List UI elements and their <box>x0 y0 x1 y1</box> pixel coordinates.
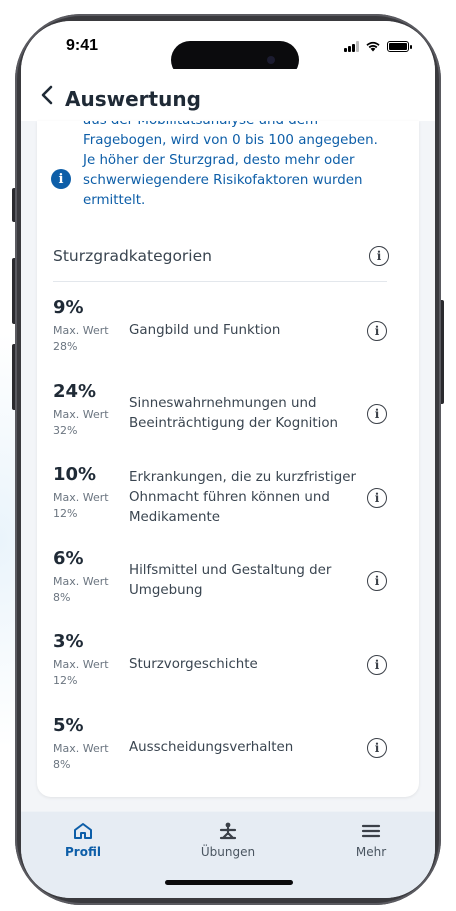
category-max: Max. Wert 8% <box>53 574 123 606</box>
max-label: Max. Wert <box>53 407 109 421</box>
category-row-sturzvorgeschichte: 3% Max. Wert 12% Sturzvorgeschichte i <box>53 623 389 707</box>
max-value: 32% <box>53 423 78 437</box>
chevron-left-icon <box>41 85 53 105</box>
info-outline-icon[interactable]: i <box>367 571 387 592</box>
info-filled-icon: i <box>51 169 71 189</box>
info-outline-icon[interactable]: i <box>367 654 387 675</box>
section-title: Sturzgradkategorien <box>53 247 212 265</box>
category-row-sinne: 24% Max. Wert 32% Sinneswahrnehmungen und… <box>53 373 389 457</box>
max-value: 8% <box>53 757 71 771</box>
max-value: 12% <box>53 507 78 520</box>
max-value: 28% <box>53 340 78 353</box>
category-percent: 6% <box>53 547 84 569</box>
max-label: Max. Wert <box>53 574 109 588</box>
max-label: Max. Wert <box>53 741 109 755</box>
info-text: aus der Mobilitätsanalyse und dem Frageb… <box>83 121 403 211</box>
camera-dot <box>267 56 275 64</box>
tab-profil[interactable]: Profil <box>33 822 133 866</box>
max-value: 12% <box>53 674 78 687</box>
cellular-signal-icon <box>344 40 359 52</box>
info-outline-icon[interactable]: i <box>367 404 387 425</box>
category-row-ausscheidung: 5% Max. Wert 8% Ausscheidungsverhalten i <box>53 707 389 791</box>
status-bar: 9:41 <box>21 21 435 79</box>
battery-icon <box>387 40 412 52</box>
navigation-header: Auswertung <box>21 69 435 121</box>
page-title: Auswertung <box>65 87 201 111</box>
info-line: aus der Mobilitätsanalyse und dem <box>83 121 403 131</box>
section-header: Sturzgradkategorien i <box>53 239 389 273</box>
category-percent: 5% <box>53 714 84 736</box>
home-indicator <box>165 880 293 885</box>
tab-bar: Profil Übungen Mehr <box>21 812 435 898</box>
category-label: Ausscheidungsverhalten <box>129 740 294 756</box>
category-label: Sinneswahrnehmungen und Beeinträchtigung… <box>129 396 339 432</box>
info-line: Je höher der Sturzgrad, desto mehr oder <box>83 153 355 168</box>
tab-label: Übungen <box>200 845 256 859</box>
max-label: Max. Wert <box>53 324 109 337</box>
category-percent: 24% <box>53 380 97 402</box>
max-value: 8% <box>53 590 71 604</box>
tab-mehr[interactable]: Mehr <box>321 822 421 866</box>
info-outline-icon[interactable]: i <box>367 320 387 341</box>
info-line: Fragebogen, wird von 0 bis 100 angegeben… <box>83 133 378 148</box>
app-screen: 9:41 Auswertung i aus der Mobilit <box>21 21 435 898</box>
category-label: Hilfsmittel und Gestaltung der Umgebung <box>129 563 332 599</box>
category-label: Gangbild und Funktion <box>129 322 281 338</box>
category-max: Max. Wert 32% <box>53 407 123 439</box>
wifi-icon <box>366 41 380 52</box>
home-icon <box>74 823 92 839</box>
info-outline-icon[interactable]: i <box>367 738 387 759</box>
category-list: 9% Max. Wert 28% Gangbild und Funktion i … <box>53 289 389 790</box>
category-max: Max. Wert 8% <box>53 741 123 773</box>
category-label: Sturzvorgeschichte <box>129 656 258 672</box>
category-row-gangbild: 9% Max. Wert 28% Gangbild und Funktion i <box>53 289 389 373</box>
category-max: Max. Wert 28% <box>53 323 123 355</box>
info-line: ermittelt. <box>83 193 146 208</box>
exercise-person-icon <box>219 822 237 840</box>
tab-label: Profil <box>65 845 101 859</box>
category-percent: 3% <box>53 631 84 652</box>
category-max: Max. Wert 12% <box>53 657 123 689</box>
category-max: Max. Wert 12% <box>53 490 123 522</box>
tab-label: Mehr <box>355 845 387 859</box>
info-line: schwerwiegendere Risikofaktoren wurden <box>83 173 363 188</box>
info-outline-icon[interactable]: i <box>367 487 387 508</box>
divider <box>53 281 387 282</box>
back-button[interactable] <box>35 83 59 107</box>
tab-uebungen[interactable]: Übungen <box>178 822 278 866</box>
max-label: Max. Wert <box>53 658 109 671</box>
category-row-erkrankungen: 10% Max. Wert 12% Erkrankungen, die zu ku… <box>53 456 389 540</box>
evaluation-card: i aus der Mobilitätsanalyse und dem Frag… <box>37 121 419 797</box>
menu-icon <box>361 824 381 838</box>
info-outline-icon[interactable]: i <box>369 246 389 266</box>
status-time: 9:41 <box>66 37 99 54</box>
category-percent: 9% <box>53 297 84 318</box>
status-icons <box>344 40 412 52</box>
category-label: Erkrankungen, die zu kurzfristiger Ohnma… <box>129 469 356 525</box>
max-label: Max. Wert <box>53 491 109 504</box>
category-percent: 10% <box>53 464 97 485</box>
category-row-hilfsmittel: 6% Max. Wert 8% Hilfsmittel und Gestaltun… <box>53 540 389 624</box>
